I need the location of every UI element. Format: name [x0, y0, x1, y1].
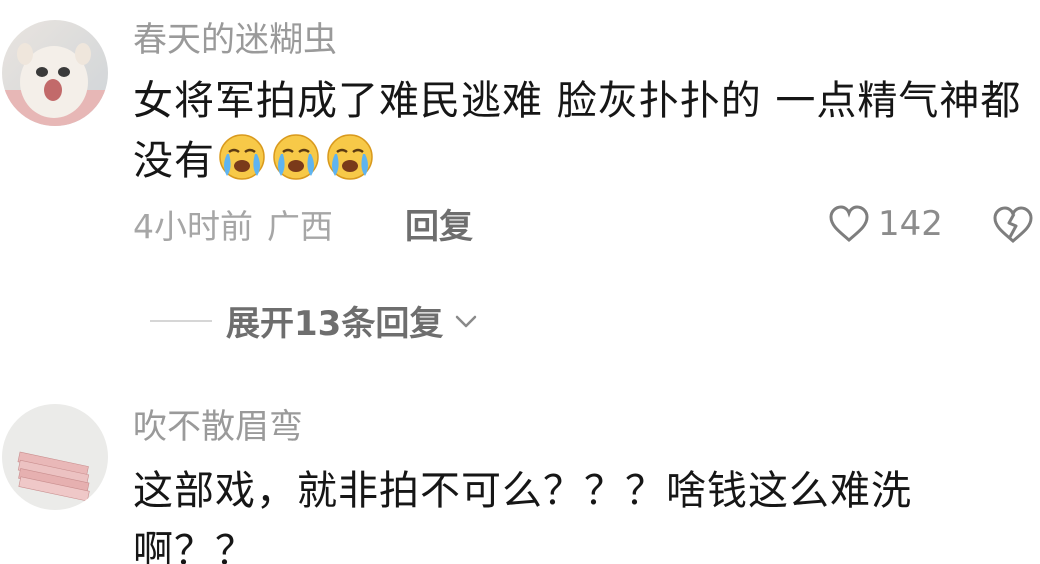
expand-replies-label: 展开13条回复 — [226, 304, 444, 344]
avatar[interactable] — [2, 20, 108, 126]
loudly-crying-face-icon — [327, 134, 373, 180]
comment-username[interactable]: 春天的迷糊虫 — [133, 20, 337, 60]
comment-text: 女将军拍成了难民逃难 脸灰扑扑的 一点精气神都没有 — [133, 71, 1033, 199]
comment-location: 广西 — [267, 207, 333, 246]
comment-body: 这部戏，就非拍不可么？？？啥钱这么难洗啊？？ — [133, 468, 912, 564]
loudly-crying-face-icon — [273, 134, 319, 180]
divider-line — [150, 319, 212, 322]
broken-heart-icon — [993, 206, 1033, 244]
expand-replies-button[interactable]: 展开13条回复 — [150, 296, 481, 345]
comment-meta: 4小时前 广西 — [133, 207, 333, 247]
emoji-group — [217, 132, 379, 199]
like-count: 142 — [878, 204, 943, 244]
heart-icon — [829, 205, 869, 243]
loudly-crying-face-icon — [219, 134, 265, 180]
like-button[interactable]: 142 — [828, 204, 943, 244]
comment-text: 这部戏，就非拍不可么？？？啥钱这么难洗啊？？ — [133, 461, 993, 564]
comment-list: 春天的迷糊虫 女将军拍成了难民逃难 脸灰扑扑的 一点精气神都没有 4小时前 广西 … — [0, 0, 1040, 564]
comment-time: 4小时前 — [133, 207, 253, 246]
chevron-down-icon — [456, 315, 477, 327]
dislike-button[interactable] — [992, 205, 1034, 249]
comment-username[interactable]: 吹不散眉弯 — [133, 407, 303, 447]
avatar[interactable] — [2, 404, 108, 510]
reply-button[interactable]: 回复 — [405, 207, 473, 247]
